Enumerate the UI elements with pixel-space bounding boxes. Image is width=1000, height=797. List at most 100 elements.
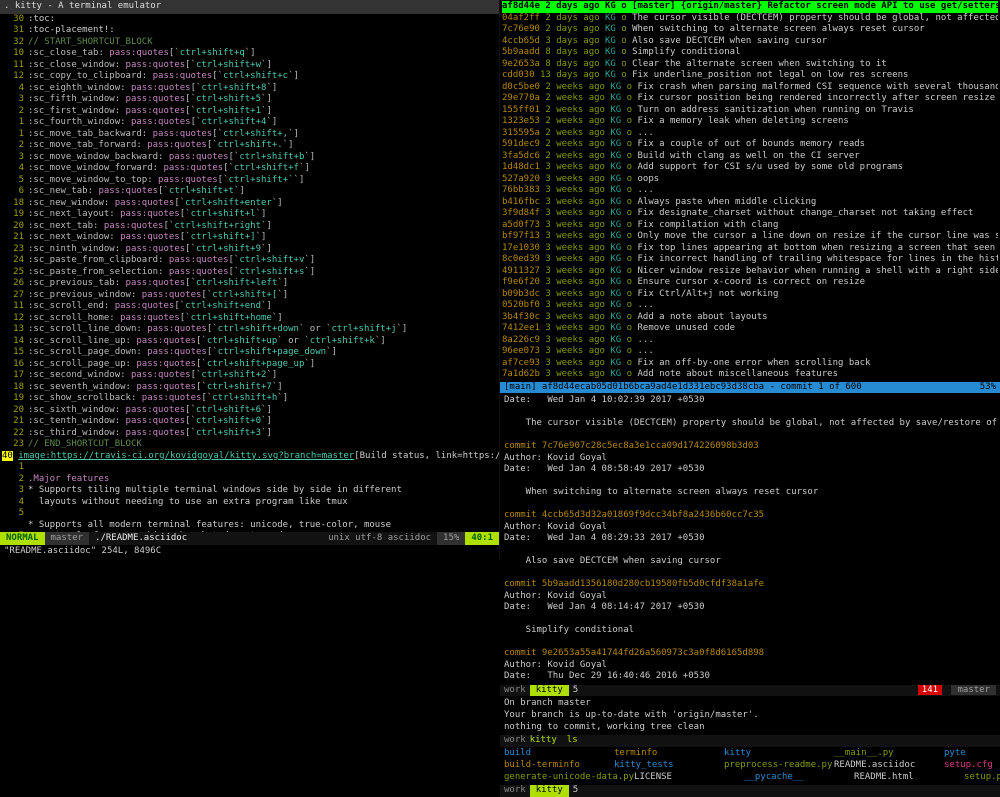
shortcut-line: 21:sc_tenth_window: pass:quotes[`ctrl+sh… — [2, 416, 499, 428]
git-pane: af8d44e 2 days ago KG o [master] {origin… — [500, 0, 1000, 559]
log-line[interactable]: f9e6f20 3 weeks ago KG o Ensure cursor x… — [502, 277, 998, 289]
log-line[interactable]: bf97f13 3 weeks ago KG o Only move the c… — [502, 231, 998, 243]
git-status-line: nothing to commit, working tree clean — [504, 722, 996, 734]
commit-hash: commit 5b9aadd1356180d280cb19580fb5d0cfd… — [504, 579, 996, 591]
shortcut-line: 21:sc_next_window: pass:quotes[`ctrl+shi… — [2, 232, 499, 244]
tmux-active-window-lower[interactable]: kitty — [530, 785, 569, 797]
ls-entry[interactable]: kitty_tests — [614, 760, 724, 772]
shortcut-line: 25:sc_paste_from_selection: pass:quotes[… — [2, 267, 499, 279]
tmux-session-label: work — [504, 685, 526, 697]
ls-entry[interactable]: pyte — [944, 748, 1000, 760]
git-status-line: Your branch is up-to-date with 'origin/m… — [504, 710, 996, 722]
log-line[interactable]: 1d48dc1 3 weeks ago KG o Add support for… — [502, 162, 998, 174]
log-line[interactable]: 7a1d62b 3 weeks ago KG o Add note about … — [502, 369, 998, 381]
shortcut-line: 2:sc_move_tab_forward: pass:quotes[`ctrl… — [2, 140, 499, 152]
ls-entry[interactable]: README.asciidoc — [834, 760, 944, 772]
commit-detail[interactable]: Date: Wed Jan 4 10:02:39 2017 +0530 The … — [500, 393, 1000, 685]
git-log[interactable]: af8d44e 2 days ago KG o [master] {origin… — [500, 0, 1000, 382]
log-line[interactable]: 5b9aadd 8 days ago KG o Simplify conditi… — [502, 47, 998, 59]
commit-date: Date: Wed Jan 4 08:29:33 2017 +0530 — [504, 533, 996, 545]
tmux-index: 5 — [573, 685, 578, 697]
shortcut-line: 14:sc_scroll_line_up: pass:quotes[`ctrl+… — [2, 336, 499, 348]
commit-body: Simplify conditional — [504, 625, 996, 637]
log-line[interactable]: b09b3dc 3 weeks ago KG o Fix Ctrl/Alt+j … — [502, 289, 998, 301]
ls-entry[interactable]: __pycache__ — [744, 772, 854, 784]
commit-date: Date: Thu Dec 29 16:40:46 2016 +0530 — [504, 671, 996, 683]
editor-line: 32// START_SHORTCUT_BLOCK — [2, 37, 499, 49]
shortcut-line: 12:sc_copy_to_clipboard: pass:quotes[`ct… — [2, 71, 499, 83]
commit-date: Date: Wed Jan 4 08:58:49 2017 +0530 — [504, 464, 996, 476]
tmux-session-label-lower: work — [504, 785, 526, 797]
log-line[interactable]: 29e770a 2 weeks ago KG o Fix cursor posi… — [502, 93, 998, 105]
log-line[interactable]: 76bb383 3 weeks ago KG o ... — [502, 185, 998, 197]
log-line[interactable]: cdd030 13 days ago KG o Fix underline_po… — [502, 70, 998, 82]
shortcut-line: 13:sc_scroll_line_down: pass:quotes[`ctr… — [2, 324, 499, 336]
shortcut-line: 11:sc_close_window: pass:quotes[`ctrl+sh… — [2, 60, 499, 72]
shortcut-line: 23:sc_ninth_window: pass:quotes[`ctrl+sh… — [2, 244, 499, 256]
ls-entry[interactable]: build-terminfo — [504, 760, 614, 772]
ruler-left: [main] af8d44ecab05d01b6bca9ad4e1d331ebc… — [504, 382, 862, 394]
tmux-active-window[interactable]: kitty — [530, 685, 569, 697]
log-line[interactable]: 0520bf0 3 weeks ago KG o ... — [502, 300, 998, 312]
ls-entry[interactable]: kitty — [724, 748, 834, 760]
ls-entry[interactable]: __main__.py — [834, 748, 944, 760]
log-line[interactable]: 591dec9 2 weeks ago KG o Fix a couple of… — [502, 139, 998, 151]
vim-cmdline[interactable]: "README.asciidoc" 254L, 8496C — [0, 545, 499, 559]
position-indicator: 40:1 — [465, 532, 499, 546]
ruler-right: 53% — [980, 382, 996, 394]
feature-line: 3* Supports tiling multiple terminal win… — [2, 485, 499, 497]
log-line[interactable]: 04af2ff 2 days ago KG o The cursor visib… — [502, 13, 998, 25]
log-line[interactable]: 4911327 3 weeks ago KG o Nicer window re… — [502, 266, 998, 278]
commit-date: Date: Wed Jan 4 08:14:47 2017 +0530 — [504, 602, 996, 614]
editor-line: 31:toc-placement!: — [2, 25, 499, 37]
log-line[interactable]: 8a226c9 3 weeks ago KG o ... — [502, 335, 998, 347]
ls-entry[interactable]: build — [504, 748, 614, 760]
log-line[interactable]: 527a920 3 weeks ago KG o oops — [502, 174, 998, 186]
log-line[interactable]: a5d0f73 3 weeks ago KG o Fix compilation… — [502, 220, 998, 232]
log-line[interactable]: 7412ee1 3 weeks ago KG o Remove unused c… — [502, 323, 998, 335]
log-line[interactable]: d0c5be0 2 weeks ago KG o Fix crash when … — [502, 82, 998, 94]
log-line[interactable]: 4ccb65d 3 days ago KG o Also save DECTCE… — [502, 36, 998, 48]
log-line[interactable]: 8c0ed39 3 weeks ago KG o Fix incorrect h… — [502, 254, 998, 266]
ls-entry[interactable]: preprocess-readme.py — [724, 760, 834, 772]
shortcut-line: 16:sc_scroll_page_up: pass:quotes[`ctrl+… — [2, 359, 499, 371]
commit-hash: commit 9e2653a55a41744fd26a560973c3a0f8d… — [504, 648, 996, 660]
log-line[interactable]: 9e2653a 8 days ago KG o Clear the altern… — [502, 59, 998, 71]
log-line[interactable]: af7ce93 3 weeks ago KG o Fix an off-by-o… — [502, 358, 998, 370]
shortcut-line: 18:sc_seventh_window: pass:quotes[`ctrl+… — [2, 382, 499, 394]
log-line[interactable]: b416fbc 3 weeks ago KG o Always paste wh… — [502, 197, 998, 209]
log-line[interactable]: 3b4f30c 3 weeks ago KG o Add a note abou… — [502, 312, 998, 324]
git-status-output: On branch masterYour branch is up-to-dat… — [500, 696, 1000, 735]
commit-author: Author: Kovid Goyal — [504, 660, 996, 672]
commit-body: The cursor visible (DECTCEM) property sh… — [504, 418, 996, 430]
log-line[interactable]: 1323e53 2 weeks ago KG o Fix a memory le… — [502, 116, 998, 128]
shortcut-line: 1:sc_fourth_window: pass:quotes[`ctrl+sh… — [2, 117, 499, 129]
commit-hash: commit 4ccb65d3d32a01869f9dcc34bf8a2436b… — [504, 510, 996, 522]
prompt-dir: kitty — [526, 735, 561, 747]
log-line[interactable]: 96ee073 3 weeks ago KG o ... — [502, 346, 998, 358]
log-line[interactable]: 3fa5dc6 2 weeks ago KG o Build with clan… — [502, 151, 998, 163]
log-line[interactable]: 17e1030 3 weeks ago KG o Fix top lines a… — [502, 243, 998, 255]
log-line[interactable]: 155ff01 2 weeks ago KG o Turn on address… — [502, 105, 998, 117]
ls-row: generate-unicode-data.pyLICENSE__pycache… — [504, 772, 996, 784]
log-line[interactable]: 3f9d84f 3 weeks ago KG o Fix designate_c… — [502, 208, 998, 220]
tmux-status-lower: work kitty 5 — [500, 785, 1000, 797]
ls-entry[interactable]: setup.py — [964, 772, 1000, 784]
tmux-count-badge: 141 — [918, 685, 942, 695]
ls-entry[interactable]: README.html — [854, 772, 964, 784]
ls-entry[interactable]: generate-unicode-data.py — [504, 772, 634, 784]
commit-hash: commit 7c76e907c28c5ec8a3e1cca09d1742260… — [504, 441, 996, 453]
commit-author: Author: Kovid Goyal — [504, 453, 996, 465]
commit-author: Author: Kovid Goyal — [504, 522, 996, 534]
shortcut-line: 1:sc_move_tab_backward: pass:quotes[`ctr… — [2, 129, 499, 141]
editor-body[interactable]: 30:toc:31:toc-placement!:32// START_SHOR… — [0, 14, 499, 532]
commit-body: When switching to alternate screen alway… — [504, 487, 996, 499]
log-line[interactable]: 7c76e90 2 days ago KG o When switching t… — [502, 24, 998, 36]
log-line[interactable]: 315595a 2 weeks ago KG o ... — [502, 128, 998, 140]
shortcut-line: 15:sc_scroll_page_down: pass:quotes[`ctr… — [2, 347, 499, 359]
ls-entry[interactable]: setup.cfg — [944, 760, 1000, 772]
ls-entry[interactable]: terminfo — [614, 748, 724, 760]
ls-entry[interactable]: LICENSE — [634, 772, 744, 784]
log-line-selected[interactable]: af8d44e 2 days ago KG o [master] {origin… — [502, 1, 998, 13]
shell-prompt[interactable]: work kitty ls — [500, 735, 1000, 747]
